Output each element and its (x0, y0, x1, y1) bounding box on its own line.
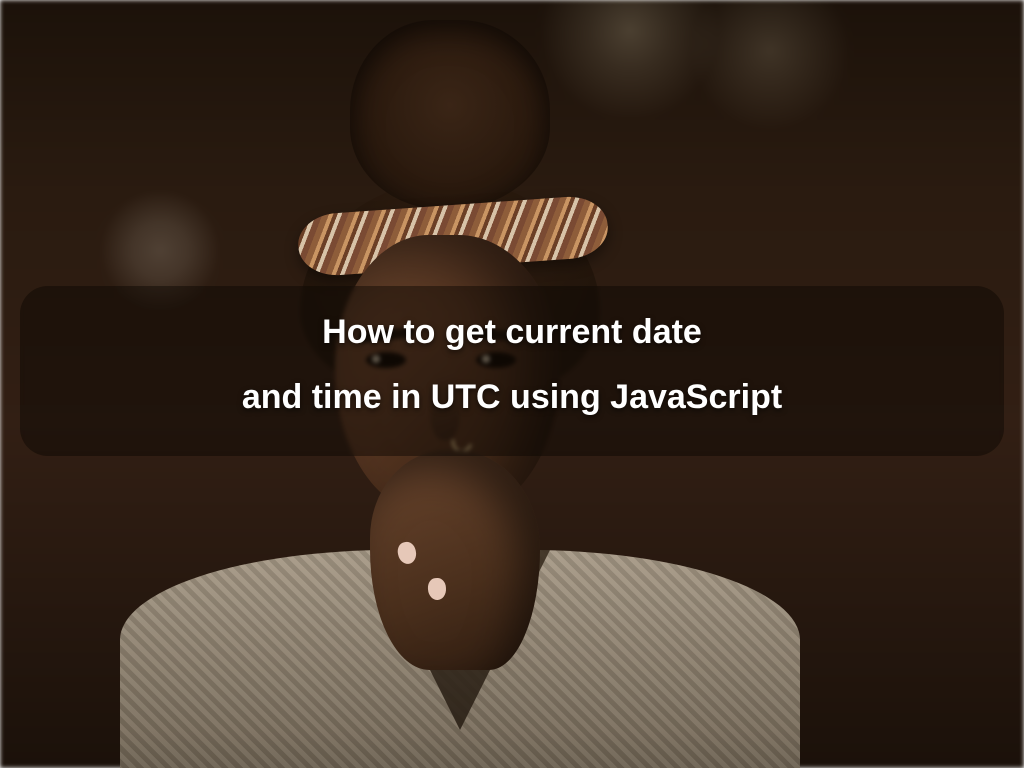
title-line-1: How to get current date (60, 300, 964, 365)
title-line-2: and time in UTC using JavaScript (60, 365, 964, 430)
hands (370, 450, 540, 670)
page-title: How to get current date and time in UTC … (0, 300, 1024, 429)
hair-bun (350, 20, 550, 210)
